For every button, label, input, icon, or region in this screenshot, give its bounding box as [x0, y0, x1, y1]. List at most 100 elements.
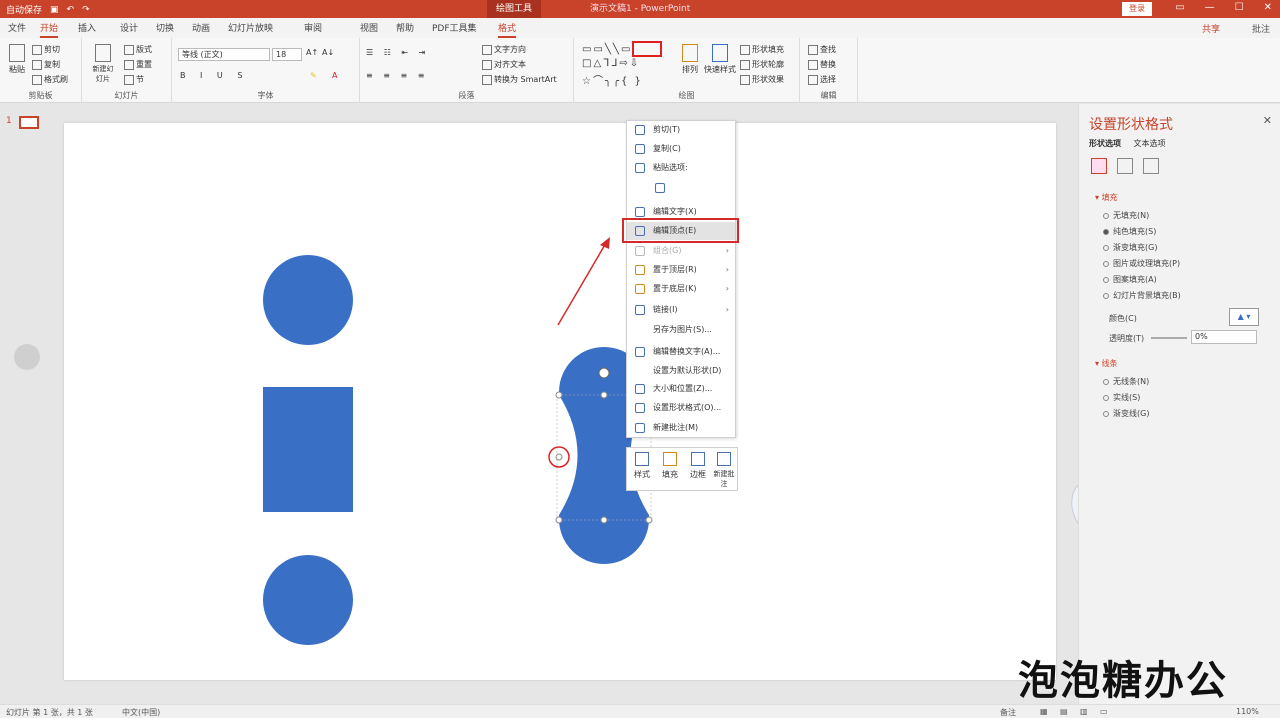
tab-text-options[interactable]: 文本选项 [1134, 139, 1166, 148]
shape-effects-button[interactable]: 形状效果 [740, 74, 784, 85]
normal-view-icon[interactable]: ▦ [1040, 707, 1048, 716]
menu-item-cut[interactable]: 剪切(T) [627, 121, 735, 139]
rectangle-shape[interactable] [263, 387, 353, 512]
maximize-icon[interactable]: ☐ [1235, 2, 1244, 13]
menu-item-bring-to-front[interactable]: 置于顶层(R) › [627, 261, 735, 279]
line-section-header[interactable]: ▾ 线条 [1095, 358, 1118, 369]
new-slide-button[interactable]: 新建幻灯片 [90, 44, 116, 84]
mini-style-button[interactable]: 样式 [629, 452, 655, 480]
effects-icon[interactable] [1117, 158, 1133, 174]
comments-button[interactable]: 批注 [1252, 22, 1270, 35]
grow-font-icon[interactable]: A↑ [306, 48, 318, 57]
text-direction-button[interactable]: 文字方向 [482, 44, 526, 55]
zoom-level[interactable]: 110% [1236, 707, 1259, 716]
font-style-buttons[interactable]: B I U S [180, 71, 248, 80]
fill-line-icon[interactable] [1091, 158, 1107, 174]
menu-item-size-position[interactable]: 大小和位置(Z)... [627, 380, 735, 398]
fill-section-header[interactable]: ▾ 填充 [1095, 192, 1118, 203]
menu-item-new-comment[interactable]: 新建批注(M) [627, 419, 735, 437]
mini-fill-button[interactable]: 填充 [657, 452, 683, 480]
menu-item-link[interactable]: 链接(I) › [627, 301, 735, 319]
line-option-solid[interactable]: 实线(S) [1103, 392, 1140, 403]
shape-fill-button[interactable]: 形状填充 [740, 44, 784, 55]
circle-shape-top[interactable] [263, 255, 353, 345]
pane-close-icon[interactable]: ✕ [1263, 114, 1272, 127]
fill-option-background[interactable]: 幻灯片背景填充(B) [1103, 290, 1181, 301]
fill-option-gradient[interactable]: 渐变填充(G) [1103, 242, 1157, 253]
arrange-button[interactable]: 排列 [678, 44, 702, 75]
smartart-button[interactable]: 转换为 SmartArt [482, 74, 557, 85]
menu-item-send-to-back[interactable]: 置于底层(K) › [627, 280, 735, 298]
tab-design[interactable]: 设计 [120, 21, 138, 34]
layout-button[interactable]: 版式 [124, 44, 152, 55]
alignment-buttons[interactable]: ≡ ≡ ≡ ≡ [366, 71, 428, 80]
font-color-icon[interactable]: A [332, 71, 337, 80]
tab-pdf-tools[interactable]: PDF工具集 [432, 21, 477, 34]
notes-button[interactable]: 备注 [1000, 707, 1016, 718]
undo-icon[interactable]: ↶ [67, 5, 75, 15]
line-option-gradient[interactable]: 渐变线(G) [1103, 408, 1149, 419]
fill-option-none[interactable]: 无填充(N) [1103, 210, 1149, 221]
menu-item-set-default[interactable]: 设置为默认形状(D) [627, 362, 735, 380]
line-option-none[interactable]: 无线条(N) [1103, 376, 1149, 387]
menu-item-paste-keep[interactable] [627, 179, 735, 197]
save-icon[interactable]: ▣ [50, 5, 59, 15]
redo-icon[interactable]: ↷ [82, 5, 90, 15]
mini-comment-button[interactable]: 新建批注 [711, 452, 737, 489]
find-button[interactable]: 查找 [808, 44, 836, 55]
transparency-input[interactable]: 0% [1191, 330, 1257, 344]
tab-view[interactable]: 视图 [360, 21, 378, 34]
size-properties-icon[interactable] [1143, 158, 1159, 174]
fill-option-picture[interactable]: 图片或纹理填充(P) [1103, 258, 1180, 269]
tab-help[interactable]: 帮助 [396, 21, 414, 34]
language-indicator[interactable]: 中文(中国) [122, 707, 160, 718]
shrink-font-icon[interactable]: A↓ [322, 48, 334, 57]
share-button[interactable]: 共享 [1202, 22, 1220, 35]
circle-shape-bottom[interactable] [263, 555, 353, 645]
minimize-icon[interactable]: — [1205, 2, 1215, 13]
shapes-gallery[interactable]: ▭▭╲╲▭ [582, 44, 632, 55]
shapes-gallery-row3[interactable]: ☆⌒╮╭{ } [582, 72, 643, 87]
tab-slideshow[interactable]: 幻灯片放映 [228, 21, 273, 34]
reset-button[interactable]: 重置 [124, 59, 152, 70]
slide-canvas[interactable] [64, 123, 1056, 680]
tab-animations[interactable]: 动画 [192, 21, 210, 34]
format-painter-button[interactable]: 格式刷 [32, 74, 68, 85]
sorter-view-icon[interactable]: ▤ [1060, 707, 1068, 716]
mini-outline-button[interactable]: 边框 [685, 452, 711, 480]
slideshow-view-icon[interactable]: ▭ [1100, 707, 1108, 716]
align-text-button[interactable]: 对齐文本 [482, 59, 526, 70]
fill-option-pattern[interactable]: 图案填充(A) [1103, 274, 1157, 285]
fill-color-picker[interactable]: ▲ ▾ [1229, 308, 1259, 326]
reading-view-icon[interactable]: ▥ [1080, 707, 1088, 716]
font-size-input[interactable]: 18 [272, 48, 302, 61]
quick-styles-button[interactable]: 快速样式 [704, 44, 736, 75]
menu-item-save-as-picture[interactable]: 另存为图片(S)... [627, 321, 735, 339]
login-button[interactable]: 登录 [1122, 2, 1152, 16]
paste-button[interactable]: 粘贴 [6, 44, 28, 80]
tab-format[interactable]: 格式 [498, 21, 517, 38]
tab-file[interactable]: 文件 [8, 21, 26, 34]
font-name-input[interactable]: 等线 (正文) [178, 48, 270, 61]
previous-slide-button[interactable] [14, 344, 40, 370]
fill-option-solid[interactable]: 纯色填充(S) [1103, 226, 1156, 237]
shape-outline-button[interactable]: 形状轮廓 [740, 59, 784, 70]
replace-button[interactable]: 替换 [808, 59, 836, 70]
shapes-gallery-row2[interactable]: □△ᒣᒧ⇨⇩ [582, 58, 640, 69]
close-icon[interactable]: ✕ [1264, 2, 1272, 13]
tab-review[interactable]: 审阅 [304, 21, 322, 34]
select-button[interactable]: 选择 [808, 74, 836, 85]
menu-item-format-shape[interactable]: 设置形状格式(O)... [627, 399, 735, 417]
cut-button[interactable]: 剪切 [32, 44, 60, 55]
list-buttons[interactable]: ☰ ☷ ⇤ ⇥ [366, 48, 429, 57]
tab-shape-options[interactable]: 形状选项 [1089, 139, 1121, 148]
highlight-color-icon[interactable]: ✎ [310, 71, 317, 80]
menu-item-alt-text[interactable]: 编辑替换文字(A)... [627, 343, 735, 361]
transparency-slider[interactable] [1151, 337, 1187, 339]
section-button[interactable]: 节 [124, 74, 144, 85]
ribbon-display-icon[interactable]: ▭ [1175, 2, 1184, 13]
slide-thumbnail[interactable] [19, 116, 39, 129]
menu-item-copy[interactable]: 复制(C) [627, 140, 735, 158]
tab-transitions[interactable]: 切换 [156, 21, 174, 34]
autosave-label[interactable]: 自动保存 [6, 3, 42, 16]
